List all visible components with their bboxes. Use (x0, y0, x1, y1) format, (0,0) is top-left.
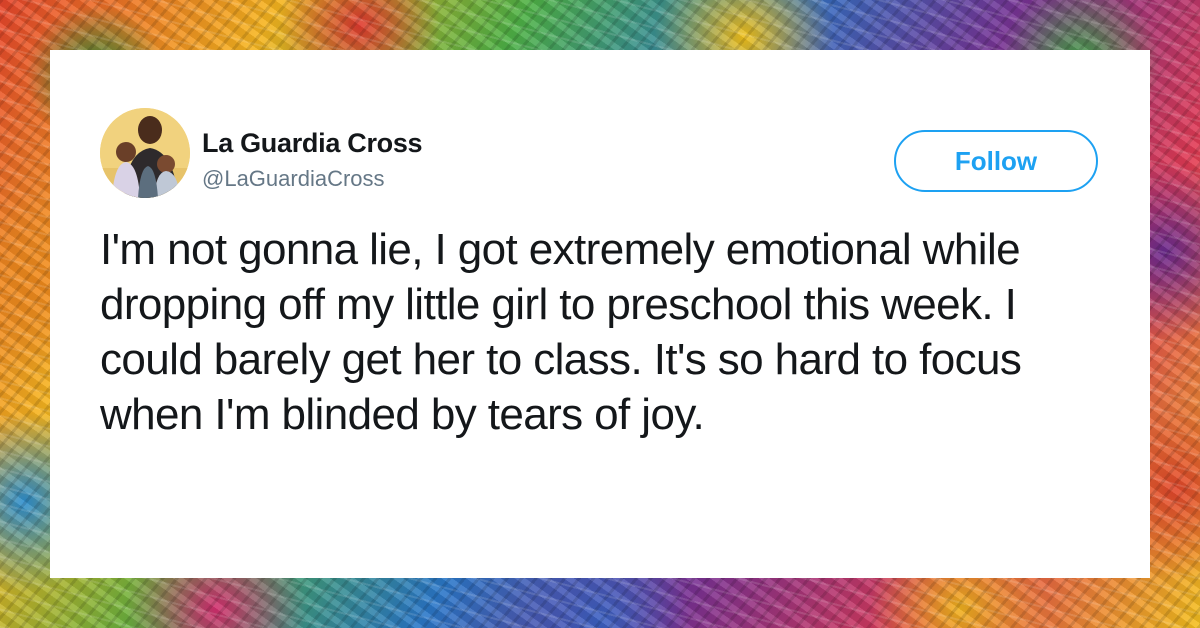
author-avatar[interactable] (100, 108, 190, 198)
profile-photo-icon (100, 108, 190, 198)
author-display-name[interactable]: La Guardia Cross (202, 128, 423, 159)
tweet-card: La Guardia Cross @LaGuardiaCross Follow … (50, 50, 1150, 578)
follow-button[interactable]: Follow (894, 130, 1098, 192)
tweet-body-text: I'm not gonna lie, I got extremely emoti… (100, 225, 1022, 439)
author-handle[interactable]: @LaGuardiaCross (202, 166, 385, 192)
